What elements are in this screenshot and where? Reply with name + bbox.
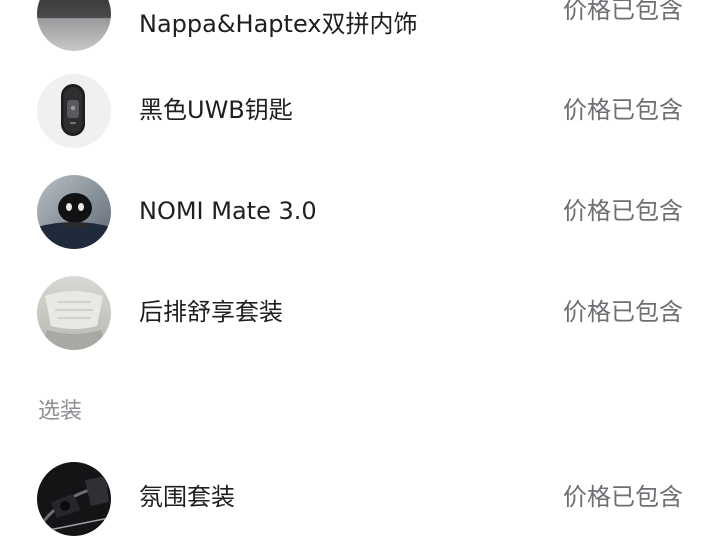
- item-price: 价格已包含: [563, 298, 683, 326]
- list-item-ambient-package[interactable]: 氛围套装 价格已包含: [0, 462, 720, 540]
- nomi-robot-icon: [37, 175, 111, 249]
- item-name: 氛围套装: [139, 483, 235, 511]
- car-key-icon: [37, 74, 111, 148]
- list-item-uwb-key[interactable]: 黑色UWB钥匙 价格已包含: [0, 74, 720, 174]
- item-price: 价格已包含: [563, 96, 683, 124]
- section-title-optional: 选装: [38, 399, 83, 424]
- rear-seat-icon: [37, 276, 111, 350]
- list-item-nomi-mate[interactable]: NOMI Mate 3.0 价格已包含: [0, 175, 720, 275]
- list-item-rear-comfort[interactable]: 后排舒享套装 价格已包含: [0, 276, 720, 376]
- item-name: Nappa&Haptex双拼内饰: [139, 10, 418, 38]
- item-name: 后排舒享套装: [139, 298, 283, 326]
- item-name: NOMI Mate 3.0: [139, 197, 317, 225]
- item-price: 价格已包含: [563, 197, 683, 225]
- item-name: 黑色UWB钥匙: [139, 96, 293, 124]
- item-price: 价格已包含: [563, 483, 683, 511]
- interior-seat-icon: [37, 0, 111, 51]
- ambient-light-icon: [37, 462, 111, 536]
- list-item-nappa-haptex[interactable]: Nappa&Haptex双拼内饰 价格已包含: [0, 0, 720, 77]
- item-price: 价格已包含: [563, 0, 683, 24]
